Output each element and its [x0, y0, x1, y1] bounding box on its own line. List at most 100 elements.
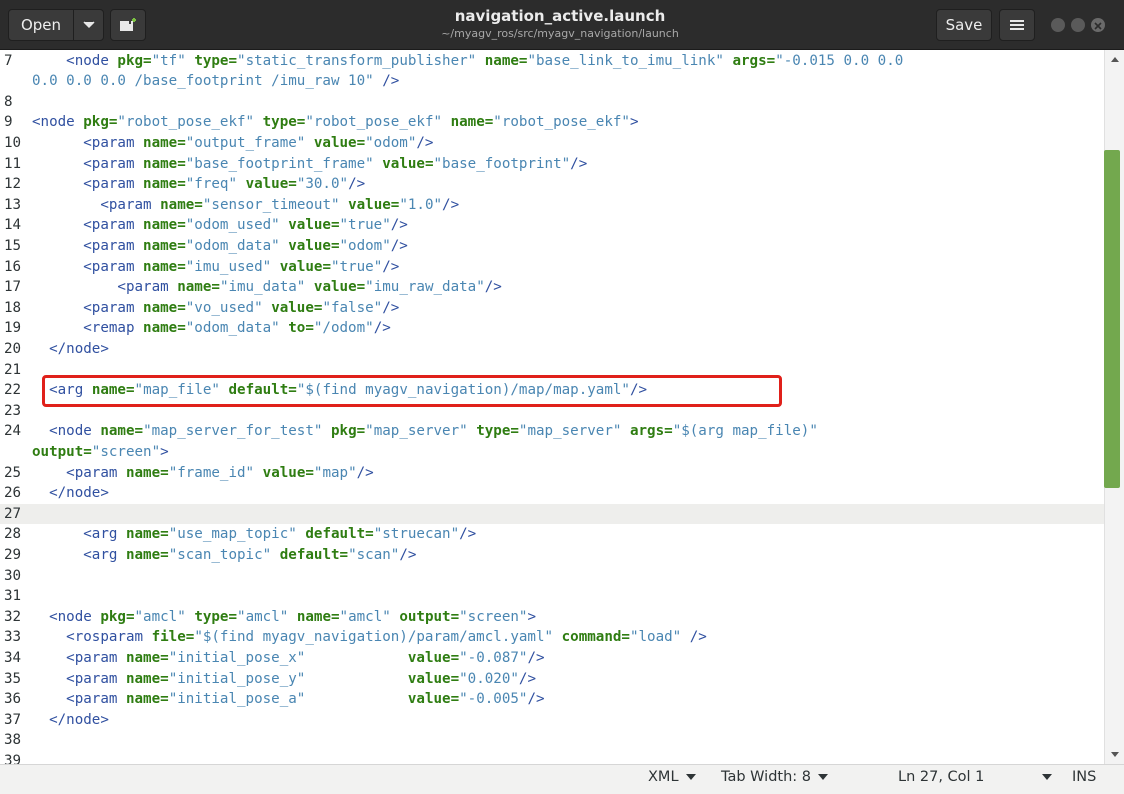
code-token-tag: /> — [348, 176, 366, 193]
code-line[interactable]: <node pkg="amcl" type="amcl" name="amcl"… — [32, 607, 536, 628]
open-dropdown-button[interactable] — [74, 10, 103, 40]
code-token-attr: value= — [271, 299, 323, 316]
code-line[interactable]: <param name="initial_pose_y" value="0.02… — [32, 669, 536, 690]
code-token-attr: name= — [143, 320, 186, 337]
window-title-block: navigation_active.launch ~/myagv_ros/src… — [300, 7, 820, 41]
code-token-val: "imu_data" — [219, 279, 314, 296]
code-line[interactable]: <node name="map_server_for_test" pkg="ma… — [32, 421, 818, 442]
line-number: 18 — [4, 299, 22, 316]
code-token-attr: name= — [143, 299, 186, 316]
code-token-attr: output= — [399, 608, 460, 625]
code-token-attr: name= — [484, 52, 528, 69]
code-token-tag: <param — [66, 691, 126, 708]
line-number: 9 — [4, 114, 13, 131]
window-maximize-icon[interactable] — [1071, 18, 1085, 32]
line-number: 38 — [4, 732, 22, 749]
code-line[interactable]: <param name="frame_id" value="map"/> — [32, 463, 374, 484]
code-token-attr: output= — [32, 443, 92, 460]
code-token-val: "false" — [322, 299, 383, 316]
scroll-up-icon[interactable] — [1106, 54, 1124, 64]
code-line[interactable]: <arg name="scan_topic" default="scan"/> — [32, 545, 416, 566]
code-line[interactable]: <param name="initial_pose_x" value="-0.0… — [32, 648, 544, 669]
insert-mode-indicator[interactable]: INS — [1072, 769, 1096, 785]
line-number — [4, 71, 28, 92]
code-line[interactable]: <param name="odom_data" value="odom"/> — [32, 236, 408, 257]
code-token-tag: /> — [382, 299, 400, 316]
code-token-attr: name= — [125, 464, 169, 481]
code-token-val: "base_link_to_imu_link" — [527, 52, 733, 69]
code-token-val: "$(find myagv_navigation)/map/map.yaml" — [296, 382, 630, 399]
code-token-val: "map_server" — [518, 423, 630, 440]
code-token-val: "vo_used" — [185, 299, 272, 316]
line-number: 21 — [4, 361, 22, 378]
code-token-tag: > — [629, 114, 639, 131]
line-number: 10 — [4, 134, 22, 151]
tab-width-selector[interactable]: Tab Width: 8 — [721, 769, 829, 785]
text-editor[interactable]: 7 <node pkg="tf" type="static_transform_… — [0, 50, 1104, 764]
code-token-tag: /> — [373, 320, 391, 337]
menu-button[interactable] — [999, 9, 1035, 41]
code-token-tag: <param — [66, 649, 126, 666]
scroll-down-icon[interactable] — [1106, 750, 1124, 760]
window-close-icon[interactable] — [1091, 18, 1105, 32]
open-button[interactable]: Open — [9, 10, 74, 40]
code-token-val: "robot_pose_ekf" — [305, 114, 451, 131]
code-line[interactable]: <param name="output_frame" value="odom"/… — [32, 133, 433, 154]
cursor-position-selector[interactable]: Ln 27, Col 1 — [898, 769, 1053, 785]
line-number: 20 — [4, 340, 22, 357]
code-line[interactable]: 0.0 0.0 0.0 /base_footprint /imu_raw 10"… — [32, 71, 399, 92]
code-line[interactable]: output="screen"> — [32, 442, 169, 463]
code-token-tag: <param — [83, 237, 144, 254]
code-line[interactable]: <param name="sensor_timeout" value="1.0"… — [32, 195, 459, 216]
code-token-val: "initial_pose_a" — [168, 691, 408, 708]
code-line[interactable]: <param name="base_footprint_frame" value… — [32, 154, 587, 175]
code-token-tag: /> — [518, 670, 536, 687]
code-token-val: "map_file" — [134, 382, 229, 399]
code-line[interactable]: </node> — [32, 483, 109, 504]
code-line[interactable]: <arg name="use_map_topic" default="strue… — [32, 524, 476, 545]
code-line[interactable]: <rosparam file="$(find myagv_navigation)… — [32, 627, 707, 648]
code-token-val: "$(find myagv_navigation)/param/amcl.yam… — [194, 629, 562, 646]
code-token-val: "freq" — [185, 176, 246, 193]
code-line[interactable]: <param name="odom_used" value="true"/> — [32, 215, 408, 236]
code-line[interactable]: </node> — [32, 710, 109, 731]
code-token-val: "true" — [339, 217, 391, 234]
code-token-tag: /> — [689, 629, 707, 646]
code-line[interactable]: <node pkg="robot_pose_ekf" type="robot_p… — [32, 112, 639, 133]
cursor-position-label: Ln 27, Col 1 — [898, 769, 985, 785]
line-number: 31 — [4, 588, 22, 605]
code-line[interactable]: <node pkg="tf" type="static_transform_pu… — [32, 51, 903, 72]
code-line[interactable]: <param name="imu_data" value="imu_raw_da… — [32, 277, 501, 298]
line-number: 34 — [4, 649, 22, 666]
code-token-val: "-0.087" — [459, 649, 528, 666]
code-line[interactable]: <remap name="odom_data" to="/odom"/> — [32, 318, 391, 339]
code-token-attr: args= — [629, 423, 673, 440]
code-token-tag: <arg — [83, 526, 126, 543]
code-token-val: "$(arg map_file)" — [672, 423, 818, 440]
code-line[interactable]: <param name="initial_pose_a" value="-0.0… — [32, 689, 544, 710]
line-number: 28 — [4, 526, 22, 543]
code-token-tag: <param — [83, 155, 144, 172]
window-minimize-icon[interactable] — [1051, 18, 1065, 32]
code-token-val: "scan" — [348, 546, 400, 563]
save-button[interactable]: Save — [936, 9, 992, 41]
code-line[interactable]: <param name="vo_used" value="false"/> — [32, 298, 399, 319]
code-token-attr: name= — [296, 608, 340, 625]
code-token-attr: command= — [561, 629, 630, 646]
code-token-attr: value= — [407, 649, 460, 666]
open-button-group[interactable]: Open — [8, 9, 104, 41]
code-token-val: "odom_data" — [185, 320, 289, 337]
code-token-attr: value= — [348, 196, 400, 213]
code-line[interactable]: <param name="freq" value="30.0"/> — [32, 174, 365, 195]
scrollbar-thumb[interactable] — [1104, 150, 1120, 488]
language-selector[interactable]: XML — [648, 769, 696, 785]
new-document-button[interactable] — [110, 9, 146, 41]
code-line[interactable]: </node> — [32, 339, 109, 360]
code-token-val: "-0.005" — [459, 691, 528, 708]
code-line[interactable]: <arg name="map_file" default="$(find mya… — [32, 380, 647, 401]
code-line[interactable]: <param name="imu_used" value="true"/> — [32, 257, 399, 278]
